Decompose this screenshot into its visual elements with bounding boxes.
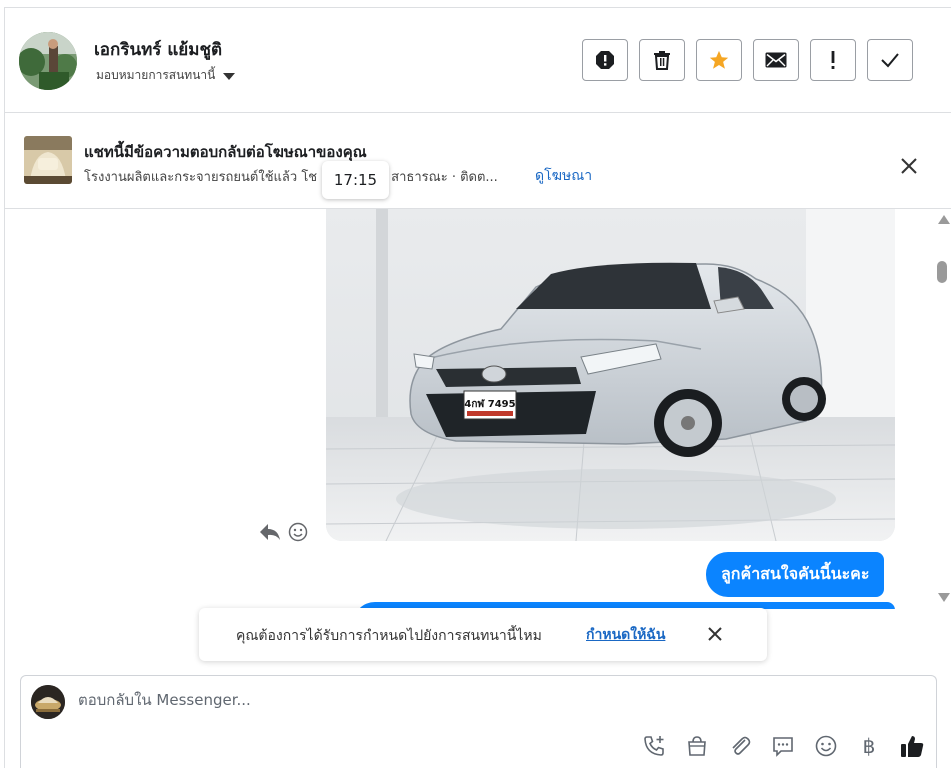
timestamp-tooltip: 17:15 xyxy=(322,161,389,199)
star-button[interactable] xyxy=(696,39,742,81)
conversation-toolbar xyxy=(582,39,913,81)
octagon-alert-icon xyxy=(596,51,614,69)
phone-add-icon[interactable] xyxy=(641,733,667,759)
messenger-conversation-panel: เอกรินทร์ แย้มชูติ มอบหมายการสนทนานี้ แช… xyxy=(4,7,951,768)
assign-to-me-link[interactable]: กำหนดให้ฉัน xyxy=(586,624,665,646)
scroll-down-arrow-icon[interactable] xyxy=(938,593,950,602)
ad-banner-title: แชทนี้มีข้อความตอบกลับต่อโฆษณาของคุณ xyxy=(84,143,367,161)
chevron-down-icon xyxy=(223,72,236,80)
mark-done-button[interactable] xyxy=(867,39,913,81)
assign-label: มอบหมายการสนทนานี้ xyxy=(96,68,216,82)
close-icon[interactable] xyxy=(898,155,920,177)
thumbs-up-icon[interactable] xyxy=(899,733,925,759)
exclamation-icon xyxy=(831,51,835,69)
scrollbar-thumb[interactable] xyxy=(937,261,947,283)
react-emoji-icon[interactable] xyxy=(288,522,308,546)
spam-button[interactable] xyxy=(582,39,628,81)
ad-reply-banner: แชทนี้มีข้อความตอบกลับต่อโฆษณาของคุณ โรง… xyxy=(5,113,951,209)
reply-arrow-icon[interactable] xyxy=(259,522,281,546)
contact-avatar[interactable] xyxy=(19,32,77,90)
mark-unread-button[interactable] xyxy=(753,39,799,81)
star-icon xyxy=(709,50,729,69)
emoji-icon[interactable] xyxy=(813,733,839,759)
contact-name[interactable]: เอกรินทร์ แย้มชูติ xyxy=(94,36,222,63)
composer-toolbar: ฿ xyxy=(641,733,925,759)
car-photo-attachment[interactable]: 4กฬ 7495 xyxy=(326,209,895,541)
trash-icon xyxy=(654,51,670,70)
follow-up-button[interactable] xyxy=(810,39,856,81)
saved-reply-icon[interactable] xyxy=(770,733,796,759)
ad-banner-description: โรงงานผลิตและกระจายรถยนต์ใช้แล้ว โช ชร์กั… xyxy=(84,166,498,187)
baht-icon[interactable]: ฿ xyxy=(856,733,882,759)
license-plate-text: 4กฬ 7495 xyxy=(464,398,515,410)
reply-input[interactable] xyxy=(78,691,778,709)
message-thread: 4กฬ 7495 ลูกค้าสนใจคันนี้นะคะ xyxy=(5,209,951,609)
thread-scrollbar[interactable] xyxy=(933,209,951,609)
baht-symbol: ฿ xyxy=(862,734,876,758)
envelope-icon xyxy=(765,52,787,68)
message-composer: ฿ xyxy=(20,675,937,768)
delete-button[interactable] xyxy=(639,39,685,81)
ad-description-text: โรงงานผลิตและกระจายรถยนต์ใช้แล้ว โช xyxy=(84,170,318,185)
assign-prompt-text: คุณต้องการได้รับการกำหนดไปยังการสนทนานี้… xyxy=(236,628,542,644)
checkmark-icon xyxy=(881,53,899,68)
ad-thumbnail[interactable] xyxy=(24,136,72,184)
conversation-header: เอกรินทร์ แย้มชูติ มอบหมายการสนทนานี้ xyxy=(5,8,951,113)
page-avatar xyxy=(31,685,65,719)
view-ad-link[interactable]: ดูโฆษณา xyxy=(535,165,592,187)
scroll-up-arrow-icon[interactable] xyxy=(938,215,950,224)
assign-conversation-dropdown[interactable]: มอบหมายการสนทนานี้ xyxy=(96,66,236,85)
close-icon[interactable] xyxy=(707,626,723,642)
assign-prompt-toast: คุณต้องการได้รับการกำหนดไปยังการสนทนานี้… xyxy=(199,608,767,661)
paperclip-icon[interactable] xyxy=(727,733,753,759)
shopping-bag-icon[interactable] xyxy=(684,733,710,759)
outgoing-message-bubble[interactable]: ลูกค้าสนใจคันนี้นะคะ xyxy=(706,552,885,597)
